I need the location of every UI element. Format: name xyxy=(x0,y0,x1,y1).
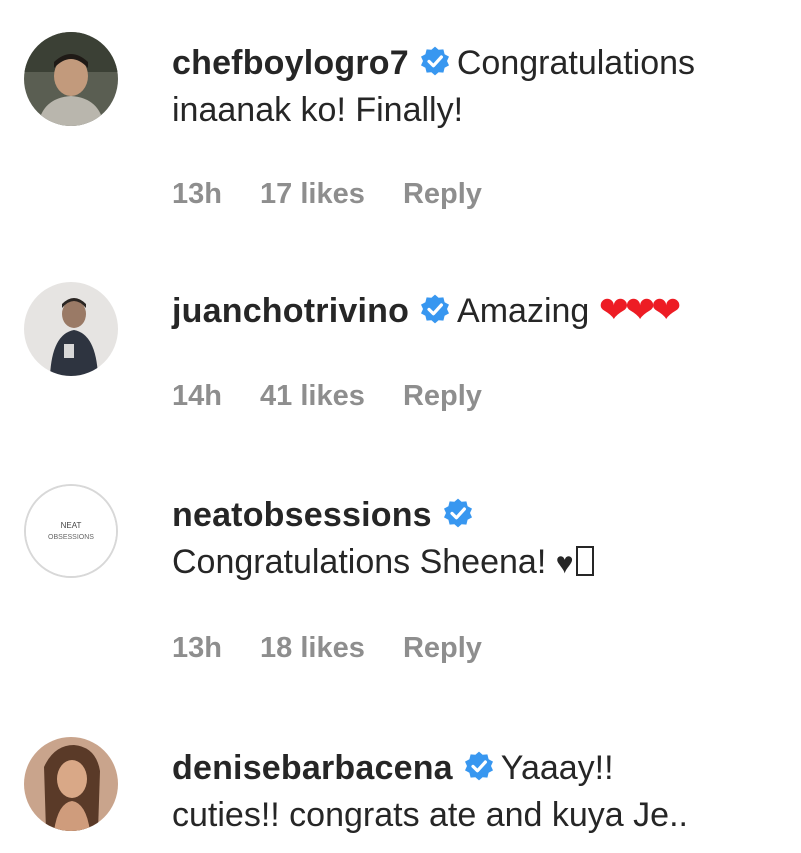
avatar-logo-text: OBSESSIONS xyxy=(48,534,94,541)
avatar[interactable] xyxy=(24,282,118,376)
comment-body: Congratulations xyxy=(456,44,696,82)
comment-body: Yaaay!! xyxy=(500,749,614,787)
verified-badge-icon xyxy=(420,46,449,76)
comment-text: juanchotrivino Amazing ❤❤❤ xyxy=(172,286,797,335)
avatar-logo-text: NEAT xyxy=(61,521,82,530)
avatar[interactable] xyxy=(24,737,118,831)
black-heart-emoji: ♥ xyxy=(555,547,574,580)
likes-count[interactable]: 41 likes xyxy=(260,380,365,412)
comment-time: 13h xyxy=(172,632,222,664)
comment-body-continued: inaanak ko! Finally! xyxy=(172,91,464,129)
comment-text: neatobsessions Congratulations Sheena! ♥ xyxy=(172,492,797,587)
red-heart-emoji: ❤❤❤ xyxy=(598,289,681,330)
username-link[interactable]: denisebarbacena xyxy=(172,749,453,787)
avatar-image xyxy=(24,282,118,376)
comment-meta: 13h 18 likes Reply xyxy=(172,632,512,665)
avatar-image xyxy=(24,737,118,831)
avatar-image: NEAT OBSESSIONS xyxy=(26,486,116,576)
comment-time: 13h xyxy=(172,178,222,210)
reply-button[interactable]: Reply xyxy=(403,632,482,664)
comment-body: Amazing xyxy=(457,292,590,330)
comment-body: Congratulations Sheena! xyxy=(172,543,547,581)
username-link[interactable]: juanchotrivino xyxy=(172,292,409,330)
avatar-image xyxy=(24,32,118,126)
verified-badge-icon xyxy=(443,498,472,528)
avatar[interactable] xyxy=(24,32,118,126)
comment-meta: 14h 41 likes Reply xyxy=(172,380,512,413)
username-link[interactable]: chefboylogro7 xyxy=(172,44,409,82)
verified-badge-icon xyxy=(464,751,493,781)
comment-text: chefboylogro7 Congratulations inaanak ko!… xyxy=(172,40,797,134)
comment-text: denisebarbacena Yaaay!! cuties!! congrats… xyxy=(172,745,797,839)
reply-button[interactable]: Reply xyxy=(403,178,482,210)
avatar[interactable]: NEAT OBSESSIONS xyxy=(24,484,118,578)
missing-glyph-box xyxy=(575,546,594,576)
comment-time: 14h xyxy=(172,380,222,412)
likes-count[interactable]: 17 likes xyxy=(260,178,365,210)
comment-meta: 13h 17 likes Reply xyxy=(172,178,512,211)
likes-count[interactable]: 18 likes xyxy=(260,632,365,664)
verified-badge-icon xyxy=(421,294,450,324)
reply-button[interactable]: Reply xyxy=(403,380,482,412)
username-link[interactable]: neatobsessions xyxy=(172,496,432,534)
comment-body-continued: cuties!! congrats ate and kuya Je.. xyxy=(172,796,688,834)
